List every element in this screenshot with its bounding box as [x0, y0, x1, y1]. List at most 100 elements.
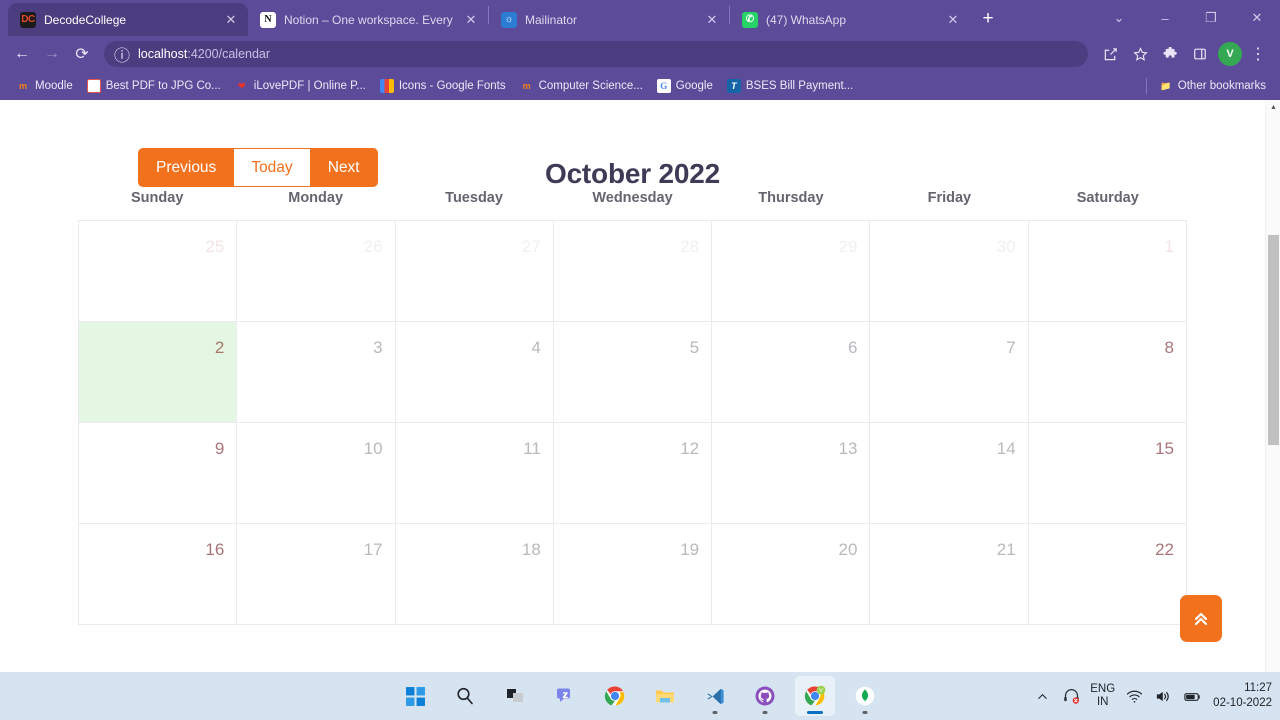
calendar-day-cell[interactable]: 9 [79, 423, 238, 524]
calendar-day-cell[interactable]: 5 [553, 322, 713, 423]
calendar-day-cell-today[interactable]: 2 [79, 322, 238, 423]
mailinator-favicon: ☼ [501, 11, 517, 28]
calendar-day-cell[interactable]: 20 [712, 524, 871, 625]
new-tab-button[interactable]: + [974, 5, 1002, 33]
tab-title: DecodeCollege [44, 12, 127, 27]
back-icon[interactable]: ← [8, 40, 36, 68]
calendar-day-cell[interactable]: 10 [237, 423, 396, 524]
language-primary: ENG [1090, 682, 1116, 695]
calendar-day-cell[interactable]: 6 [712, 322, 871, 423]
profile-avatar[interactable]: V [1218, 42, 1242, 66]
calendar-day-cell[interactable]: 16 [79, 524, 238, 625]
share-icon[interactable] [1096, 40, 1124, 68]
close-window-button[interactable]: ✕ [1234, 0, 1280, 36]
close-tab-icon[interactable]: ✕ [703, 11, 721, 29]
calendar-day-cell[interactable]: 8 [1028, 322, 1187, 423]
page-scrollbar[interactable]: ▲ ▼ [1265, 100, 1280, 700]
github-desktop-button[interactable] [745, 676, 785, 716]
reload-icon[interactable]: ⟳ [68, 40, 96, 68]
other-bookmarks-label: Other bookmarks [1177, 80, 1266, 92]
site-info-icon[interactable]: ⓘ [114, 46, 130, 65]
previous-button[interactable]: Previous [138, 147, 235, 188]
day-header-wednesday: Wednesday [592, 190, 673, 206]
mongodb-compass-button[interactable] [845, 676, 885, 716]
calendar-day-cell[interactable]: 27 [395, 221, 554, 322]
close-tab-icon[interactable]: ✕ [462, 11, 480, 29]
notion-favicon: N [260, 11, 276, 28]
file-explorer-button[interactable] [645, 676, 685, 716]
calendar-header: Previous Today Next October 2022 [20, 100, 1245, 190]
address-bar-url: localhost:4200/calendar [138, 47, 270, 61]
calendar-day-cell[interactable]: 18 [395, 524, 554, 625]
calendar-day-cell[interactable]: 3 [237, 322, 396, 423]
bookmark-label: Moodle [35, 80, 73, 92]
battery-icon[interactable] [1182, 686, 1202, 706]
start-button[interactable] [395, 676, 435, 716]
ilovepdf-icon: ❤ [237, 80, 246, 91]
clock[interactable]: 11:27 02-10-2022 [1211, 681, 1272, 711]
forward-icon[interactable]: → [38, 40, 66, 68]
search-button[interactable] [445, 676, 485, 716]
calendar-day-cell[interactable]: 19 [553, 524, 713, 625]
day-header-tuesday: Tuesday [445, 190, 503, 206]
calendar-day-cell[interactable]: 13 [712, 423, 871, 524]
bookmark-icons-google-fonts[interactable]: Icons - Google Fonts [374, 76, 512, 96]
calendar-day-cell[interactable]: 26 [237, 221, 396, 322]
chrome-active-button[interactable]: V [795, 676, 835, 716]
maximize-window-button[interactable]: ❐ [1188, 0, 1234, 36]
vscode-button[interactable] [695, 676, 735, 716]
calendar-day-cell[interactable]: 21 [870, 524, 1029, 625]
browser-tab-notion[interactable]: N Notion – One workspace. Every t ✕ [248, 3, 488, 36]
calendar-day-cell[interactable]: 30 [870, 221, 1029, 322]
extensions-icon[interactable] [1156, 40, 1184, 68]
today-button[interactable]: Today [234, 147, 310, 188]
task-view-icon [507, 689, 523, 702]
address-bar[interactable]: ⓘ localhost:4200/calendar [104, 41, 1088, 67]
browser-tab-decodecollege[interactable]: DC DecodeCollege ✕ [8, 3, 248, 36]
scroll-to-top-button[interactable] [1180, 595, 1222, 642]
browser-tab-whatsapp[interactable]: ✆ (47) WhatsApp ✕ [730, 3, 970, 36]
calendar-day-cell[interactable]: 11 [395, 423, 554, 524]
github-icon [755, 686, 775, 706]
minimize-window-button[interactable]: – [1142, 0, 1188, 36]
bookmark-google[interactable]: G Google [651, 76, 719, 96]
show-hidden-icons-chevron-icon[interactable] [1032, 686, 1052, 706]
close-tab-icon[interactable]: ✕ [944, 11, 962, 29]
language-indicator[interactable]: ENG IN [1090, 683, 1115, 709]
mongodb-icon [855, 686, 875, 706]
calendar-day-cell[interactable]: 25 [79, 221, 238, 322]
calendar-day-cell[interactable]: 15 [1028, 423, 1187, 524]
chrome-button[interactable] [595, 676, 635, 716]
calendar-day-cell[interactable]: 29 [712, 221, 871, 322]
teams-button[interactable] [545, 676, 585, 716]
tab-search-icon[interactable]: ⌄ [1096, 0, 1142, 36]
close-tab-icon[interactable]: ✕ [222, 11, 240, 29]
other-bookmarks-button[interactable]: 📁 Other bookmarks [1153, 76, 1272, 96]
more-menu-icon[interactable]: ⋮ [1244, 40, 1272, 68]
other-bookmarks-area: 📁 Other bookmarks [1145, 72, 1272, 100]
bookmark-computer-science[interactable]: m Computer Science... [514, 76, 649, 96]
calendar-day-cell[interactable]: 12 [553, 423, 713, 524]
bookmark-ilovepdf[interactable]: ❤ iLovePDF | Online P... [229, 76, 372, 96]
calendar-day-cell[interactable]: 22 [1028, 524, 1187, 625]
wifi-icon[interactable] [1124, 686, 1144, 706]
calendar-day-cell[interactable]: 4 [395, 322, 554, 423]
scrollbar-thumb[interactable] [1268, 235, 1279, 445]
bookmark-bses-bill-payment[interactable]: T BSES Bill Payment... [721, 76, 859, 96]
scroll-up-arrow-icon[interactable]: ▲ [1266, 100, 1280, 115]
bookmark-moodle[interactable]: m Moodle [10, 76, 79, 96]
calendar-day-cell[interactable]: 17 [237, 524, 396, 625]
volume-icon[interactable] [1153, 686, 1173, 706]
calendar-day-cell[interactable]: 7 [870, 322, 1029, 423]
chrome-icon [604, 686, 625, 706]
calendar-day-cell[interactable]: 14 [870, 423, 1029, 524]
bookmark-star-icon[interactable] [1126, 40, 1154, 68]
task-view-button[interactable] [495, 676, 535, 716]
browser-tab-mailinator[interactable]: ☼ Mailinator ✕ [489, 3, 729, 36]
calendar-day-cell[interactable]: 28 [553, 221, 713, 322]
headset-disconnected-icon[interactable] [1061, 686, 1081, 706]
next-button[interactable]: Next [309, 147, 378, 188]
bookmark-best-pdf-to-jpg[interactable]: Best PDF to JPG Co... [81, 76, 227, 96]
side-panel-icon[interactable] [1186, 40, 1214, 68]
calendar-day-cell[interactable]: 1 [1028, 221, 1187, 322]
